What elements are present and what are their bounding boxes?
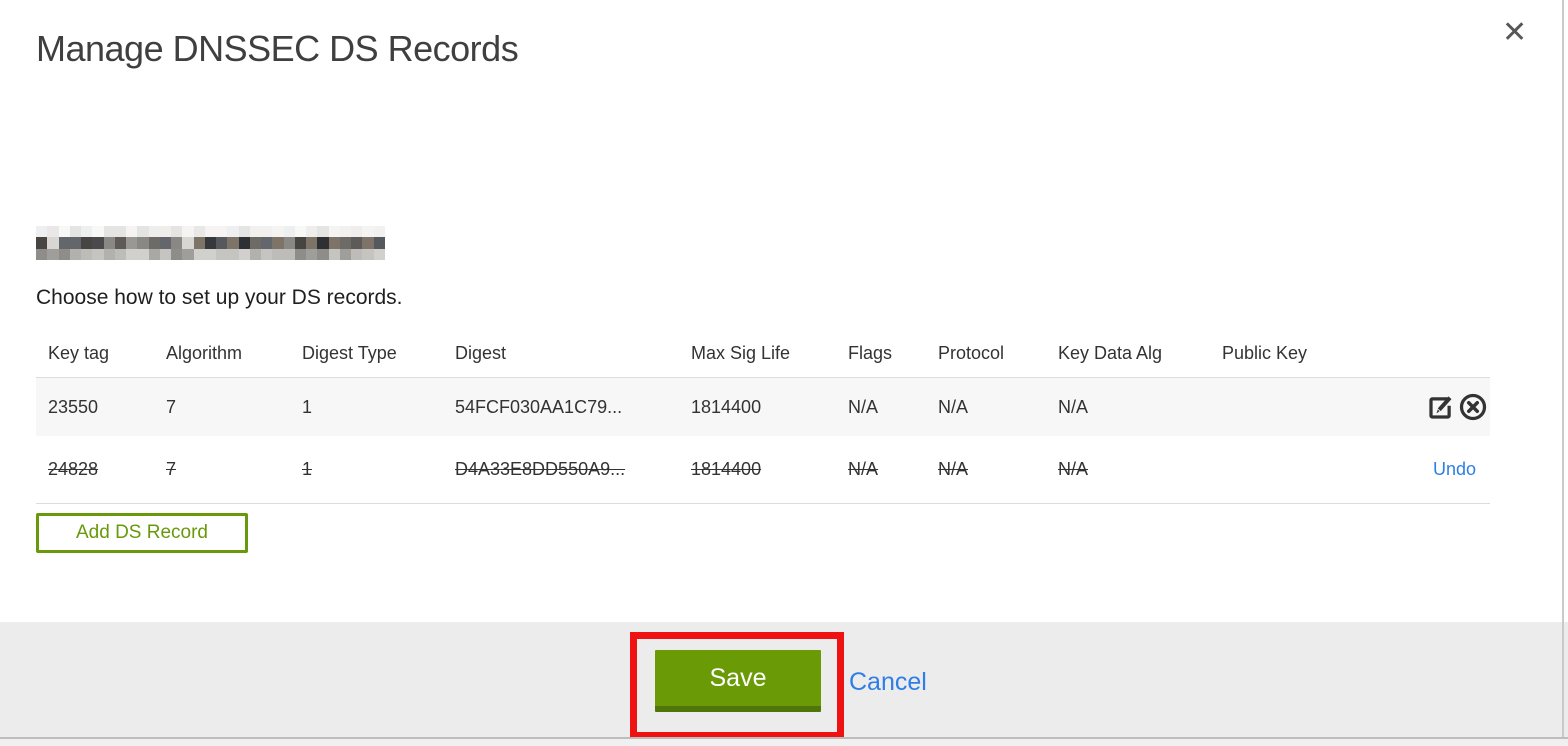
table-row-deleted: 24828 7 1 D4A33E8DD550A9... 1814400 N/A … bbox=[36, 436, 1490, 504]
col-header-key-tag: Key tag bbox=[48, 343, 110, 363]
table-row: 23550 7 1 54FCF030AA1C79... 1814400 N/A … bbox=[36, 377, 1490, 436]
col-header-public-key: Public Key bbox=[1222, 343, 1308, 363]
col-header-algorithm: Algorithm bbox=[166, 343, 243, 363]
instruction-text: Choose how to set up your DS records. bbox=[36, 286, 403, 309]
cell-flags: N/A bbox=[848, 396, 879, 417]
remove-circle-x-icon[interactable] bbox=[1458, 392, 1488, 422]
cell-key-data-alg: N/A bbox=[1058, 459, 1089, 479]
cell-key-data-alg: N/A bbox=[1058, 396, 1089, 417]
cell-key-tag: 24828 bbox=[48, 459, 99, 479]
cell-algorithm: 7 bbox=[166, 396, 177, 417]
cell-key-tag: 23550 bbox=[48, 396, 99, 417]
cell-digest-type: 1 bbox=[302, 396, 313, 417]
redacted-domain-name bbox=[36, 226, 385, 260]
cell-digest-type: 1 bbox=[302, 459, 313, 479]
cell-max-sig-life: 1814400 bbox=[691, 396, 762, 417]
close-icon[interactable]: ✕ bbox=[1502, 18, 1527, 48]
add-ds-record-button[interactable]: Add DS Record bbox=[36, 513, 248, 553]
col-header-protocol: Protocol bbox=[938, 343, 1005, 363]
cancel-link[interactable]: Cancel bbox=[849, 668, 927, 697]
cell-flags: N/A bbox=[848, 459, 879, 479]
window-right-border bbox=[1562, 0, 1564, 746]
undo-link[interactable]: Undo bbox=[1433, 459, 1476, 480]
cell-protocol: N/A bbox=[938, 459, 969, 479]
save-button[interactable]: Save bbox=[655, 650, 821, 712]
modal-footer: Save Cancel bbox=[0, 622, 1568, 739]
col-header-key-data-alg: Key Data Alg bbox=[1058, 343, 1163, 363]
cell-digest: 54FCF030AA1C79... bbox=[455, 396, 623, 417]
window-bottom-strip bbox=[0, 739, 1568, 746]
page-title: Manage DNSSEC DS Records bbox=[36, 28, 519, 69]
col-header-max-sig-life: Max Sig Life bbox=[691, 343, 791, 363]
cell-algorithm: 7 bbox=[166, 459, 177, 479]
col-header-digest: Digest bbox=[455, 343, 507, 363]
cell-protocol: N/A bbox=[938, 396, 969, 417]
table-header-row: Key tag Algorithm Digest Type Digest Max… bbox=[36, 330, 1490, 377]
cell-max-sig-life: 1814400 bbox=[691, 459, 762, 479]
col-header-flags: Flags bbox=[848, 343, 893, 363]
cell-digest: D4A33E8DD550A9... bbox=[455, 459, 626, 479]
col-header-digest-type: Digest Type bbox=[302, 343, 397, 363]
ds-records-table: Key tag Algorithm Digest Type Digest Max… bbox=[36, 330, 1490, 504]
edit-icon[interactable] bbox=[1426, 392, 1456, 422]
